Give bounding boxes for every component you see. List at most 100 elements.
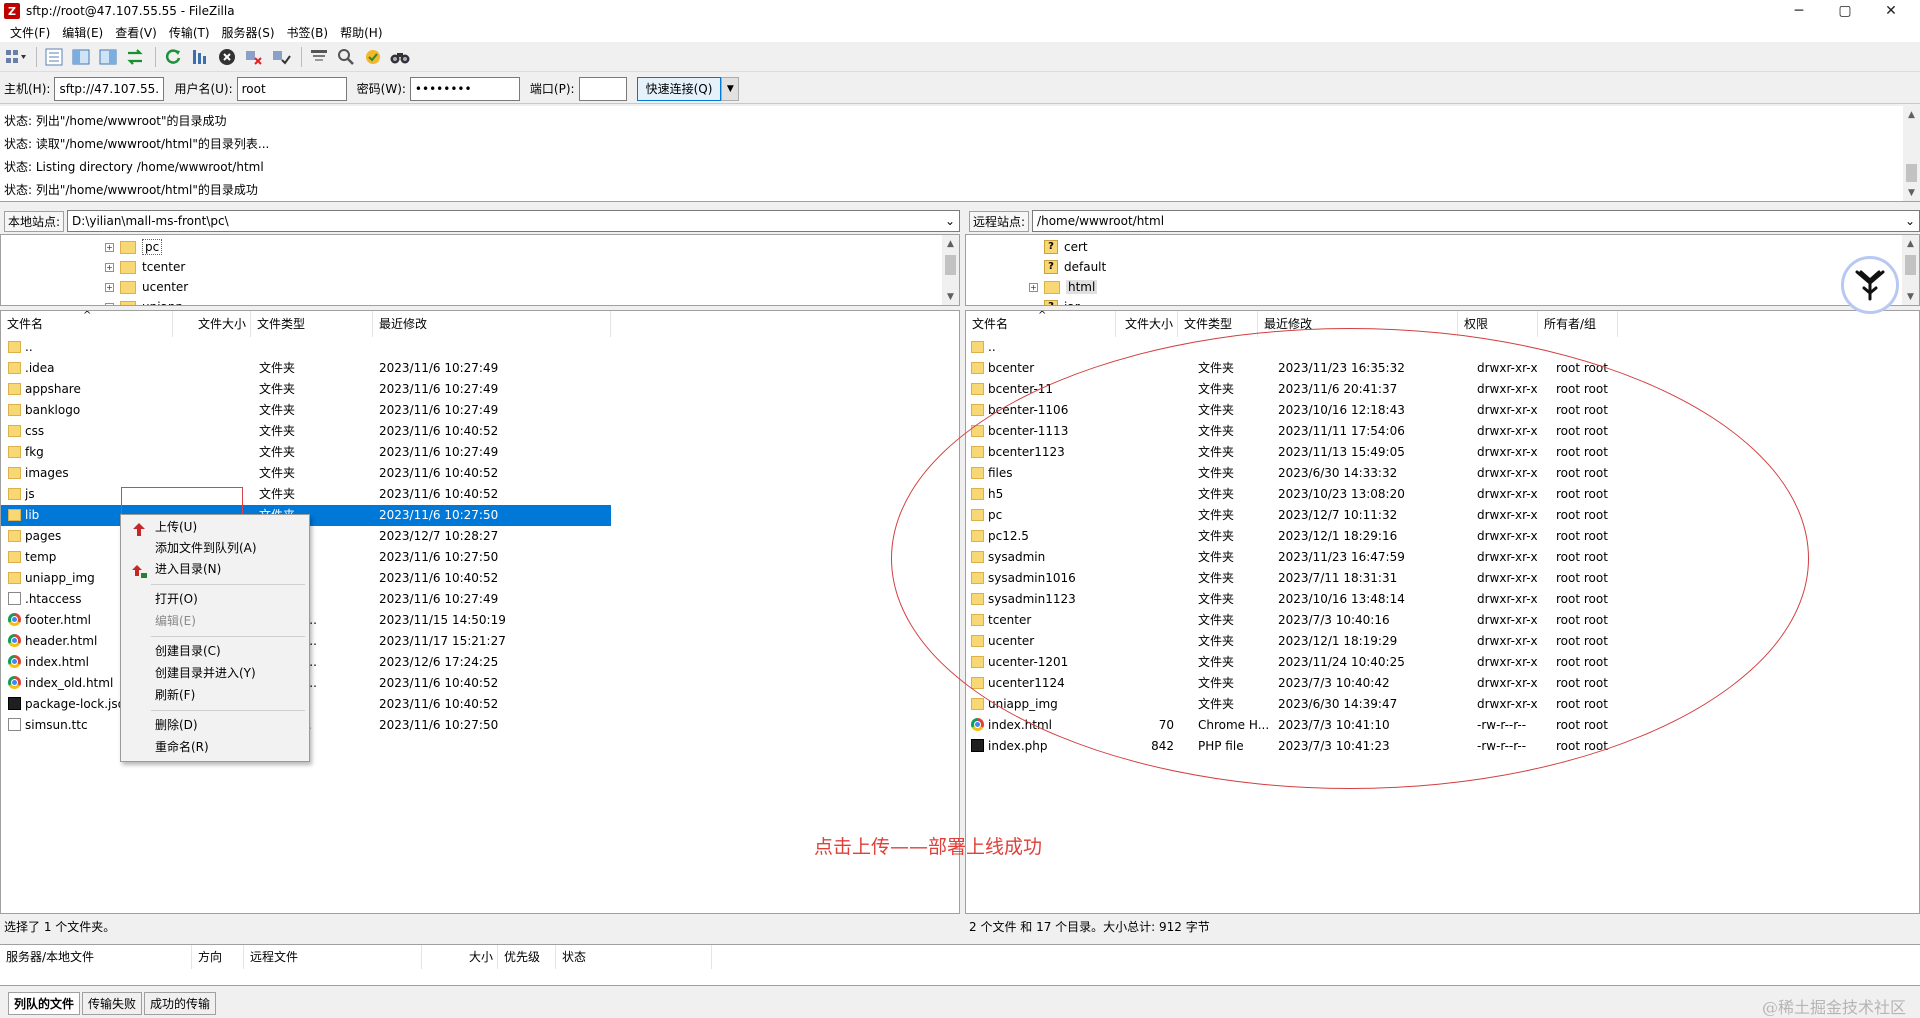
tab-successful-transfers[interactable]: 成功的传输 [144,991,217,1015]
col-filesize[interactable]: 文件大小 [173,311,251,337]
port-input[interactable] [578,76,627,101]
table-row[interactable]: ucenter 文件夹 2023/12/1 18:19:29 drwxr-xr-x ro… [966,631,1919,652]
tree-item[interactable]: + html [1029,277,1098,297]
table-row[interactable]: uniapp_img 文件夹 2023/6/30 14:39:47 drwxr-xr-… [966,694,1919,715]
toggle-remote-tree-icon[interactable] [96,45,120,69]
col-filename[interactable]: 文件名 ^ [966,311,1116,337]
chevron-down-icon[interactable]: ▼ [721,76,740,101]
toggle-local-tree-icon[interactable] [69,45,93,69]
tree-item[interactable]: ? cert [1044,237,1088,257]
col-filetype[interactable]: 文件类型 [1178,311,1258,337]
local-tree-scrollbar[interactable]: ▲ ▼ [942,235,959,305]
menu-file[interactable]: 文件(F) [4,24,56,41]
table-row[interactable]: bcenter 文件夹 2023/11/23 16:35:32 drwxr-xr-x r… [966,358,1919,379]
scroll-down-icon[interactable]: ▼ [1903,184,1920,201]
disconnect-icon[interactable] [242,45,266,69]
maximize-button[interactable]: ▢ [1822,0,1868,22]
menu-item-rename[interactable]: 重命名(R) [121,737,309,757]
remote-file-list[interactable]: 文件名 ^ 文件大小 文件类型 最近修改 权限 所有者/组 .. bcenter 文… [965,310,1920,914]
log-scrollbar[interactable]: ▲ ▼ [1903,106,1920,201]
remote-path-input[interactable]: /home/wwwroot/html ⌄ [1032,210,1920,232]
search-icon[interactable] [388,45,412,69]
transfer-queue[interactable]: 服务器/本地文件 方向 远程文件 大小 优先级 状态 [0,944,1920,986]
menu-bookmarks[interactable]: 书签(B) [281,24,335,41]
filter-icon[interactable] [307,45,331,69]
table-row[interactable]: sysadmin 文件夹 2023/11/23 16:47:59 drwxr-xr-x… [966,547,1919,568]
minimize-button[interactable]: ─ [1776,0,1822,22]
host-input[interactable] [54,76,165,101]
scroll-up-icon[interactable]: ▲ [942,235,959,252]
menu-item-upload[interactable]: 上传(U) [121,517,309,537]
table-row[interactable]: banklogo 文件夹 2023/11/6 10:27:49 [1,400,611,421]
queue-col-size[interactable]: 大小 [422,945,498,969]
refresh-icon[interactable] [161,45,185,69]
col-modified[interactable]: 最近修改 [1258,311,1458,337]
table-row[interactable]: sysadmin1016 文件夹 2023/7/11 18:31:31 drwxr-x… [966,568,1919,589]
scroll-up-icon[interactable]: ▲ [1903,106,1920,123]
queue-col-direction[interactable]: 方向 [192,945,244,969]
table-row[interactable]: ucenter-1201 文件夹 2023/11/24 10:40:25 drwxr-… [966,652,1919,673]
col-filesize[interactable]: 文件大小 [1116,311,1178,337]
table-row[interactable]: pc 文件夹 2023/12/7 10:11:32 drwxr-xr-x root ro… [966,505,1919,526]
tree-item[interactable]: ? default [1044,257,1106,277]
menu-item-delete[interactable]: 删除(D) [121,715,309,735]
scroll-down-icon[interactable]: ▼ [942,288,959,305]
menu-help[interactable]: 帮助(H) [334,24,388,41]
remote-list-scrollbar[interactable] [1902,311,1919,913]
quickconnect-button[interactable]: 快速连接(Q) [636,76,722,101]
table-row[interactable]: .. [966,337,1919,358]
menu-item-open[interactable]: 打开(O) [121,589,309,609]
sync-browse-icon[interactable] [361,45,385,69]
scroll-down-icon[interactable]: ▼ [1902,288,1919,305]
tree-item[interactable]: + ucenter [105,277,188,297]
table-row[interactable]: js 文件夹 2023/11/6 10:40:52 [1,484,611,505]
table-row[interactable]: index.php 842 PHP file 2023/7/3 10:41:23 -rw… [966,736,1919,757]
remote-tree-scrollbar[interactable]: ▲ ▼ [1902,235,1919,305]
table-row[interactable]: .. [1,337,611,358]
menu-view[interactable]: 查看(V) [109,24,163,41]
table-row[interactable]: ucenter1124 文件夹 2023/7/3 10:40:42 drwxr-xr-… [966,673,1919,694]
table-row[interactable]: images 文件夹 2023/11/6 10:40:52 [1,463,611,484]
menu-server[interactable]: 服务器(S) [216,24,281,41]
table-row[interactable]: files 文件夹 2023/6/30 14:33:32 drwxr-xr-x root… [966,463,1919,484]
site-manager-icon[interactable] [4,45,28,69]
table-row[interactable]: bcenter-1106 文件夹 2023/10/16 12:18:43 drwxr-… [966,400,1919,421]
tree-item[interactable]: + pc [105,237,163,257]
expand-icon[interactable]: + [105,282,114,292]
menu-item-enter-dir[interactable]: 进入目录(N) [121,559,309,579]
toggle-log-icon[interactable] [42,45,66,69]
tab-failed-transfers[interactable]: 传输失败 [82,991,143,1015]
col-filetype[interactable]: 文件类型 [251,311,373,337]
scroll-up-icon[interactable]: ▲ [1902,235,1919,252]
table-row[interactable]: pc12.5 文件夹 2023/12/1 18:29:16 drwxr-xr-x roo… [966,526,1919,547]
reconnect-icon[interactable] [269,45,293,69]
process-queue-icon[interactable] [188,45,212,69]
table-row[interactable]: bcenter-11 文件夹 2023/11/6 20:41:37 drwxr-xr-… [966,379,1919,400]
table-row[interactable]: sysadmin1123 文件夹 2023/10/16 13:48:14 drwxr-… [966,589,1919,610]
table-row[interactable]: css 文件夹 2023/11/6 10:40:52 [1,421,611,442]
scroll-thumb[interactable] [1905,255,1916,275]
chevron-down-icon[interactable]: ⌄ [1905,214,1915,228]
scroll-thumb[interactable] [1906,164,1917,182]
queue-col-remote[interactable]: 远程文件 [244,945,422,969]
menu-item-add-to-queue[interactable]: 添加文件到队列(A) [121,538,309,578]
queue-col-file[interactable]: 服务器/本地文件 [0,945,192,969]
expand-icon[interactable]: + [1029,282,1038,292]
menu-transfer[interactable]: 传输(T) [163,24,216,41]
queue-col-status[interactable]: 状态 [556,945,712,969]
tree-item[interactable]: ? jar [1044,297,1080,305]
col-permissions[interactable]: 权限 [1458,311,1538,337]
close-button[interactable]: ✕ [1868,0,1914,22]
menu-item-create-dir-enter[interactable]: 创建目录并进入(Y) [121,663,309,683]
username-input[interactable] [236,76,347,101]
tree-item[interactable]: + tcenter [105,257,185,277]
queue-col-priority[interactable]: 优先级 [498,945,556,969]
compare-icon[interactable] [334,45,358,69]
local-path-input[interactable]: D:\yilian\mall-ms-front\pc\ ⌄ [67,210,960,232]
table-row[interactable]: .idea 文件夹 2023/11/6 10:27:49 [1,358,611,379]
menu-item-create-dir[interactable]: 创建目录(C) [121,641,309,661]
table-row[interactable]: bcenter1123 文件夹 2023/11/13 15:49:05 drwxr-x… [966,442,1919,463]
table-row[interactable]: h5 文件夹 2023/10/23 13:08:20 drwxr-xr-x root r… [966,484,1919,505]
expand-icon[interactable]: + [105,262,114,272]
table-row[interactable]: fkg 文件夹 2023/11/6 10:27:49 [1,442,611,463]
